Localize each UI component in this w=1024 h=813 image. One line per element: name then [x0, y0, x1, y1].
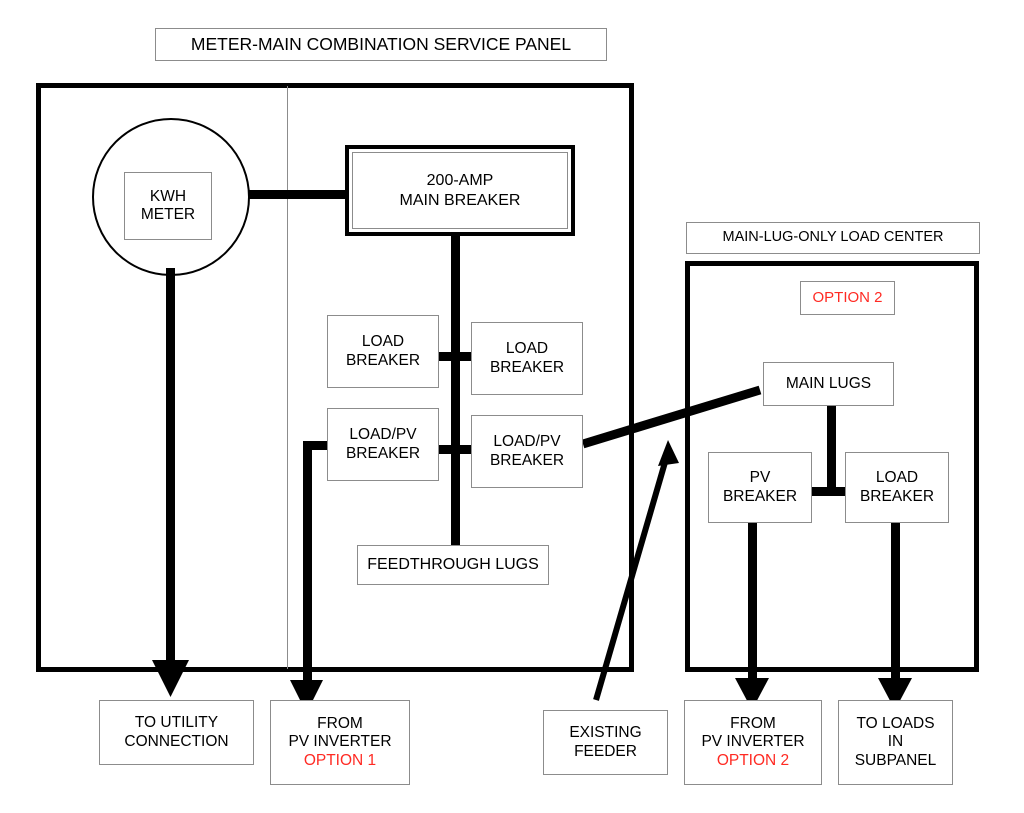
diagram-canvas: METER-MAIN COMBINATION SERVICE PANEL MAI…	[0, 0, 1024, 813]
main-breaker-line1: 200-AMP	[426, 172, 494, 190]
main-lugs-line1: MAIN LUGS	[785, 374, 872, 392]
terminal-to-utility-connection[interactable]: TO UTILITY CONNECTION	[99, 700, 254, 765]
feedthrough-lugs[interactable]: FEEDTHROUGH LUGS	[357, 545, 549, 585]
main-panel-title-text: METER-MAIN COMBINATION SERVICE PANEL	[190, 34, 572, 55]
existing-feeder-line2: FEEDER	[574, 742, 637, 760]
option-2-badge: OPTION 2	[800, 281, 895, 315]
feedthrough-lugs-line1: FEEDTHROUGH LUGS	[367, 555, 539, 573]
load-pv-breaker-right[interactable]: LOAD/PV BREAKER	[471, 415, 583, 488]
load-pv-breaker-left[interactable]: LOAD/PV BREAKER	[327, 408, 439, 481]
existing-feeder-arrowhead	[658, 440, 679, 466]
load-center-load-breaker[interactable]: LOAD BREAKER	[845, 452, 949, 523]
wire-load-breaker-drop	[891, 523, 900, 686]
load-breaker-left-line2: BREAKER	[345, 351, 421, 369]
pv-inverter-opt2-line1: FROM	[730, 715, 776, 733]
kwh-meter-line2: METER	[140, 206, 196, 223]
wire-load-pv-left-drop	[303, 441, 312, 690]
to-loads-line2: IN	[887, 733, 904, 751]
terminal-existing-feeder[interactable]: EXISTING FEEDER	[543, 710, 668, 775]
terminal-from-pv-inverter-option2[interactable]: FROM PV INVERTER OPTION 2	[684, 700, 822, 785]
load-pv-breaker-left-line2: BREAKER	[345, 444, 421, 462]
pv-inverter-opt1-line1: FROM	[317, 715, 363, 733]
main-panel-internal-divider	[287, 86, 288, 669]
pv-inverter-opt2-option: OPTION 2	[716, 751, 790, 769]
existing-feeder-line1: EXISTING	[569, 724, 642, 742]
option-2-badge-text: OPTION 2	[812, 289, 883, 307]
terminal-from-pv-inverter-option1[interactable]: FROM PV INVERTER OPTION 1	[270, 700, 410, 785]
load-breaker-right[interactable]: LOAD BREAKER	[471, 322, 583, 395]
to-loads-line3: SUBPANEL	[854, 751, 937, 769]
load-pv-breaker-right-line1: LOAD/PV	[493, 433, 561, 451]
wire-pv-breaker-drop	[748, 523, 757, 686]
load-breaker-right-line1: LOAD	[505, 340, 549, 358]
kwh-meter[interactable]: KWH METER	[124, 172, 212, 240]
wire-main-bus-vertical	[451, 236, 460, 549]
load-center-pv-breaker-line1: PV	[749, 469, 771, 487]
load-pv-breaker-right-line2: BREAKER	[489, 451, 565, 469]
load-pv-breaker-left-line1: LOAD/PV	[349, 426, 417, 444]
load-breaker-left-line1: LOAD	[361, 333, 405, 351]
load-center-title-text: MAIN-LUG-ONLY LOAD CENTER	[722, 229, 944, 246]
load-breaker-left[interactable]: LOAD BREAKER	[327, 315, 439, 388]
pv-inverter-opt1-option: OPTION 1	[303, 751, 377, 769]
load-center-pv-breaker-line2: BREAKER	[722, 487, 798, 505]
to-utility-line1: TO UTILITY	[134, 714, 219, 732]
wire-main-lugs-drop	[827, 406, 836, 496]
pv-inverter-opt1-line2: PV INVERTER	[288, 733, 392, 751]
load-center-load-breaker-line1: LOAD	[875, 469, 919, 487]
kwh-meter-line1: KWH	[149, 187, 187, 205]
pv-inverter-opt2-line2: PV INVERTER	[701, 733, 805, 751]
main-breaker-200amp[interactable]: 200-AMP MAIN BREAKER	[345, 145, 575, 236]
load-center-pv-breaker[interactable]: PV BREAKER	[708, 452, 812, 523]
load-center-title: MAIN-LUG-ONLY LOAD CENTER	[686, 222, 980, 254]
main-breaker-line2: MAIN BREAKER	[399, 191, 521, 209]
wire-meter-to-utility-drop	[166, 268, 175, 668]
load-center-load-breaker-line2: BREAKER	[859, 487, 935, 505]
terminal-to-loads-in-subpanel[interactable]: TO LOADS IN SUBPANEL	[838, 700, 953, 785]
load-breaker-right-line2: BREAKER	[489, 358, 565, 376]
to-loads-line1: TO LOADS	[856, 715, 935, 733]
to-utility-line2: CONNECTION	[124, 732, 229, 750]
main-panel-title: METER-MAIN COMBINATION SERVICE PANEL	[155, 28, 607, 61]
main-lugs[interactable]: MAIN LUGS	[763, 362, 894, 406]
wire-meter-to-main-breaker	[248, 190, 353, 199]
